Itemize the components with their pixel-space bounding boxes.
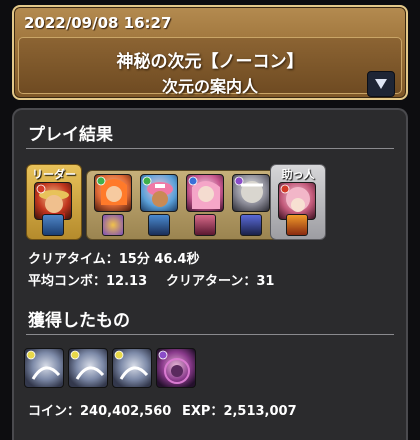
divider [26,334,394,335]
dungeon-header: 2022/09/08 16:27 神秘の次元【ノーコン】 次元の案内人 [12,5,408,100]
avg-combo-label: 平均コンボ： [28,274,107,289]
coin-row: コイン：240,402,560 [28,400,171,419]
dungeon-title: 神秘の次元【ノーコン】 [116,52,304,72]
clear-turn-label: クリアターン： [166,274,257,289]
exp-value: 2,513,007 [223,404,297,419]
divider [26,148,394,149]
avg-combo-value: 12.13 [106,274,148,289]
member-card-2[interactable] [140,174,178,212]
clear-time-row: クリアタイム：15分 46.4秒 [28,248,199,267]
exp-label: EXP： [182,404,224,419]
drop-item-4[interactable] [156,348,196,388]
helper-label: 助っ人 [281,168,315,181]
clear-turn-row: クリアターン：31 [166,270,274,289]
dungeon-name-box: 神秘の次元【ノーコン】 次元の案内人 [18,37,402,97]
play-result-title: プレイ結果 [28,125,113,145]
clear-time-label: クリアタイム： [28,252,119,267]
member-card-1[interactable] [94,174,132,212]
exp-row: EXP：2,513,007 [182,400,297,419]
member-assist-1[interactable] [102,214,124,236]
drop-item-1[interactable] [24,348,64,388]
helper-slot: 助っ人 [270,164,326,240]
leader-slot: リーダー [26,164,82,240]
leader-assist-card[interactable] [42,214,64,236]
obtained-title: 獲得したもの [28,311,130,331]
whitebeard-portrait-icon [234,176,263,203]
member-slots [86,170,278,240]
drop-item-2[interactable] [68,348,108,388]
play-datetime: 2022/09/08 16:27 [24,14,172,32]
character-orb-icon [158,350,190,384]
perona-portrait-icon [188,176,220,209]
dragon-orb-icon [70,350,105,380]
dragon-orb-icon [26,350,61,380]
expand-button[interactable] [367,71,395,97]
avg-combo-row: 平均コンボ：12.13 [28,270,147,289]
triangle-down-icon [375,79,387,89]
dragon-orb-icon [114,350,149,380]
nami-portrait-icon [96,176,127,205]
clear-turn-value: 31 [256,274,275,289]
helper-assist-card[interactable] [286,214,308,236]
member-card-3[interactable] [186,174,224,212]
result-panel: プレイ結果 リーダー 助っ人 クリアタイム：15分 46.4秒 平均コンボ：12… [12,108,408,440]
clear-time-value: 15分 46.4秒 [118,252,200,267]
drop-item-3[interactable] [112,348,152,388]
chopper-portrait-icon [142,176,173,207]
member-assist-3[interactable] [194,214,216,236]
coin-label: コイン： [28,404,81,419]
leader-label: リーダー [32,168,76,181]
member-assist-2[interactable] [148,214,170,236]
coin-value: 240,402,560 [80,404,172,419]
member-card-4[interactable] [232,174,270,212]
dungeon-subtitle: 次元の案内人 [161,77,258,96]
member-assist-4[interactable] [240,214,262,236]
